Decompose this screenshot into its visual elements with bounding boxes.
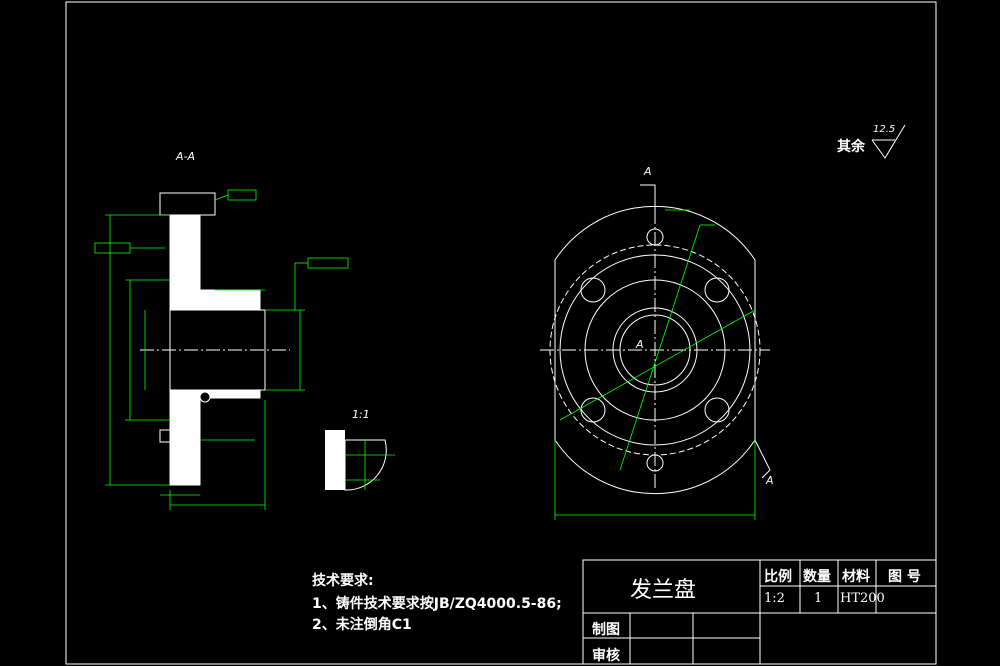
center-label: A — [636, 338, 644, 351]
front-view — [540, 184, 771, 495]
material-header: 材料 — [842, 569, 870, 585]
quantity-value: 1 — [814, 591, 823, 606]
part-name: 发兰盘 — [630, 578, 697, 603]
drawn-label: 制图 — [592, 622, 620, 638]
detail-view — [325, 430, 395, 491]
note-item-2: 2、未注倒角C1 — [312, 617, 412, 633]
cut-label-top: A — [644, 165, 652, 178]
section-label: A-A — [176, 150, 196, 163]
notes-title: 技术要求: — [312, 573, 374, 589]
scale-header: 比例 — [764, 569, 792, 585]
drawing-no-header: 图 号 — [888, 569, 921, 585]
section-view — [140, 192, 290, 486]
roughness-value: 12.5 — [873, 124, 896, 135]
quantity-header: 数量 — [803, 569, 831, 585]
scale-value: 1:2 — [764, 591, 785, 606]
checked-label: 审核 — [592, 648, 620, 664]
cut-label-bottom: A — [766, 474, 774, 487]
detail-label: 1:1 — [352, 408, 370, 421]
note-item-1: 1、铸件技术要求按JB/ZQ4000.5-86; — [312, 596, 562, 612]
material-value: HT200 — [840, 591, 885, 606]
roughness-label: 其余 — [837, 139, 865, 155]
